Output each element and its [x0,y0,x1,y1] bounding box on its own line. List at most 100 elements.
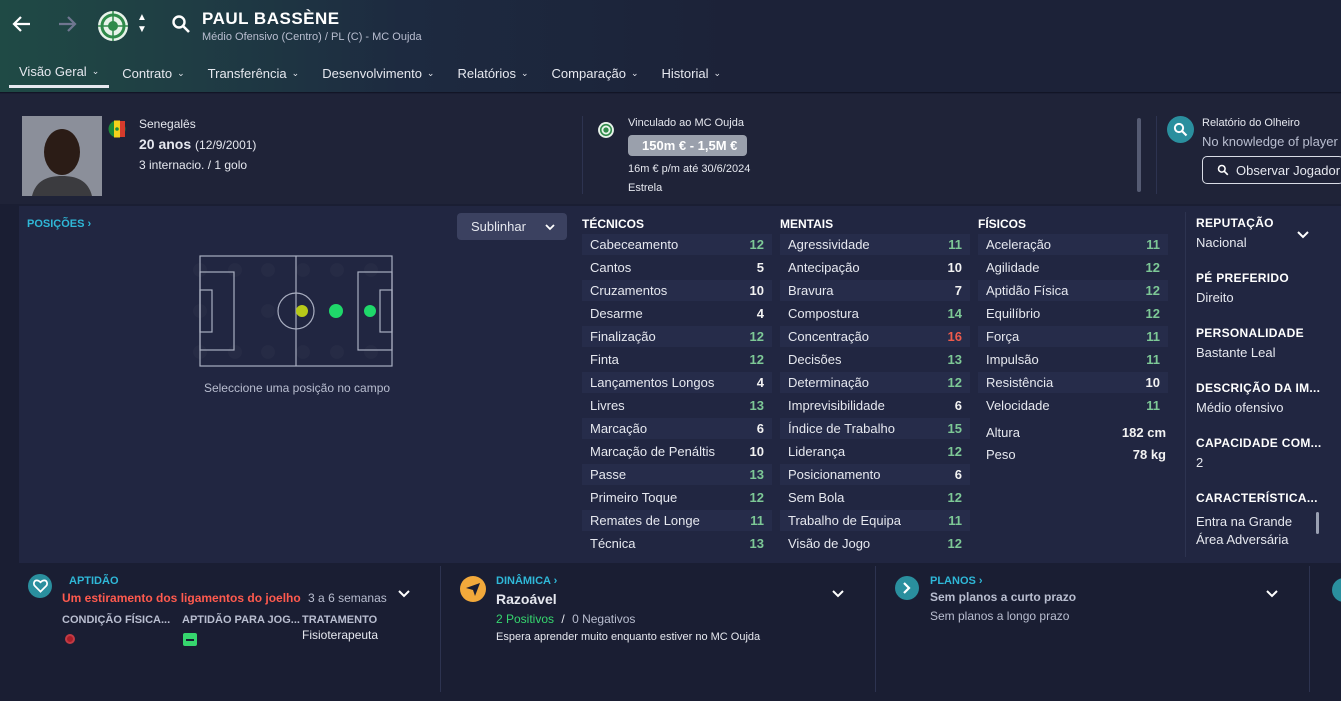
position-marker-natural[interactable] [329,304,343,318]
club-crest-button[interactable] [96,9,130,43]
attribute-row[interactable]: Desarme 4 [582,303,772,324]
chevron-down-icon: ⌄ [630,67,639,78]
attribute-row[interactable]: Cantos 5 [582,257,772,278]
attribute-row[interactable]: Marcação de Penáltis 10 [582,441,772,462]
attribute-value: 6 [756,421,764,436]
plans-link[interactable]: PLANOS › [930,575,983,587]
attribute-row[interactable]: Aptidão Física 12 [978,280,1168,301]
attribute-row[interactable]: Remates de Longe 11 [582,510,772,531]
fitness-expand-button[interactable] [398,585,410,603]
attribute-row[interactable]: Liderança 12 [780,441,970,462]
positions-link[interactable]: POSIÇÕES › [27,218,91,230]
attribute-name: Trabalho de Equipa [788,513,901,528]
tab-label: Contrato [122,65,173,81]
attribute-row[interactable]: Impulsão 11 [978,349,1168,370]
attribute-row[interactable]: Antecipação 10 [780,257,970,278]
highlight-dropdown[interactable]: Sublinhar [457,213,567,240]
dynamics-expand-button[interactable] [832,585,844,603]
attribute-value: 12 [947,375,962,390]
back-button[interactable] [9,11,35,37]
dynamics-counts: 2 Positivos / 0 Negativos [496,612,635,626]
dynamics-positives[interactable]: 2 Positivos [496,612,554,626]
attribute-row[interactable]: Cruzamentos 10 [582,280,772,301]
tab-label: Historial [661,65,709,81]
tab-comparison[interactable]: Comparação ⌄ [542,58,649,88]
weight-label: Peso [986,447,1016,462]
divider [582,116,583,194]
attribute-row[interactable]: Passe 13 [582,464,772,485]
attribute-row[interactable]: Velocidade 11 [978,395,1168,416]
attribute-value: 12 [749,490,764,505]
attribute-row[interactable]: Compostura 14 [780,303,970,324]
club-switch-chevrons-icon[interactable]: ▲ ▼ [137,12,147,36]
chevron-right-icon: › [553,575,558,587]
attribute-value: 11 [1146,237,1160,252]
chevron-down-icon [1266,590,1278,598]
tab-label: Transferência [207,65,287,81]
tab-history[interactable]: Historial ⌄ [652,58,732,88]
injury-text[interactable]: Um estiramento dos ligamentos do joelho [62,591,301,605]
detail-traits: CARACTERÍSTICA... Entra na Grande Área A… [1196,491,1326,549]
attribute-row[interactable]: Agilidade 12 [978,257,1168,278]
details-scrollbar[interactable] [1316,512,1319,534]
position-marker-secondary[interactable] [296,305,308,317]
attribute-row[interactable]: Resistência 10 [978,372,1168,393]
attribute-row[interactable]: Livres 13 [582,395,772,416]
attribute-row[interactable]: Aceleração 11 [978,234,1168,255]
tab-label: Visão Geral [19,64,87,79]
dynamics-link[interactable]: DINÂMICA › [496,575,557,587]
attribute-row[interactable]: Determinação 12 [780,372,970,393]
tab-overview[interactable]: Visão Geral ⌄ [9,58,110,88]
next-panel-badge [1332,578,1341,602]
search-button[interactable] [171,14,191,39]
tab-reports[interactable]: Relatórios ⌄ [447,58,538,88]
forward-button[interactable] [54,11,80,37]
attribute-row[interactable]: Finalização 12 [582,326,772,347]
fitness-badge [28,574,52,598]
attribute-row[interactable]: Decisões 13 [780,349,970,370]
player-details-list: REPUTAÇÃO Nacional PÉ PREFERIDO Direito … [1196,216,1326,549]
attribute-row[interactable]: Posicionamento 6 [780,464,970,485]
pitch-diagram[interactable] [189,252,399,370]
detail-label: PERSONALIDADE [1196,326,1304,340]
plans-expand-button[interactable] [1266,585,1278,603]
attribute-value: 11 [1146,329,1160,344]
attribute-row[interactable]: Visão de Jogo 12 [780,533,970,554]
tab-label: Desenvolvimento [322,65,422,81]
attribute-row[interactable]: Agressividade 11 [780,234,970,255]
attribute-value: 10 [1145,375,1160,390]
attribute-row[interactable]: Técnica 13 [582,533,772,554]
physical-title: FÍSICOS [978,217,1027,231]
header-bar: ▲ ▼ PAUL BASSÈNE Médio Ofensivo (Centro) … [0,0,1341,93]
dynamics-negatives[interactable]: 0 Negativos [572,612,635,626]
attribute-row[interactable]: Lançamentos Longos 4 [582,372,772,393]
attribute-row[interactable]: Imprevisibilidade 6 [780,395,970,416]
attribute-row[interactable]: Concentração 16 [780,326,970,347]
chevron-down-icon [545,223,555,230]
attribute-row[interactable]: Bravura 7 [780,280,970,301]
detail-value: 2 [1196,455,1204,470]
attribute-row[interactable]: Trabalho de Equipa 11 [780,510,970,531]
attribute-row[interactable]: Equilíbrio 12 [978,303,1168,324]
details-expand-button[interactable] [1297,226,1309,244]
scout-player-button[interactable]: Observar Jogador [1202,156,1341,184]
international-caps: 3 internacio. / 1 golo [139,158,248,172]
attribute-row[interactable]: Marcação 6 [582,418,772,439]
tab-transfer[interactable]: Transferência ⌄ [198,58,310,88]
attribute-row[interactable]: Força 11 [978,326,1168,347]
position-marker-natural[interactable] [364,305,376,317]
attribute-row[interactable]: Finta 12 [582,349,772,370]
tab-development[interactable]: Desenvolvimento ⌄ [312,58,444,88]
attribute-row[interactable]: Índice de Trabalho 15 [780,418,970,439]
attribute-name: Finta [590,352,619,367]
tab-contract[interactable]: Contrato ⌄ [112,58,194,88]
attribute-row[interactable]: Primeiro Toque 12 [582,487,772,508]
attribute-row[interactable]: Cabeceamento 12 [582,234,772,255]
attribute-name: Primeiro Toque [590,490,678,505]
scrollbar[interactable] [1137,118,1141,192]
attribute-row[interactable]: Sem Bola 12 [780,487,970,508]
player-photo [22,116,102,196]
attribute-name: Passe [590,467,627,482]
match-fitness-label: APTIDÃO PARA JOG... [182,614,300,626]
attribute-value: 12 [947,444,962,459]
